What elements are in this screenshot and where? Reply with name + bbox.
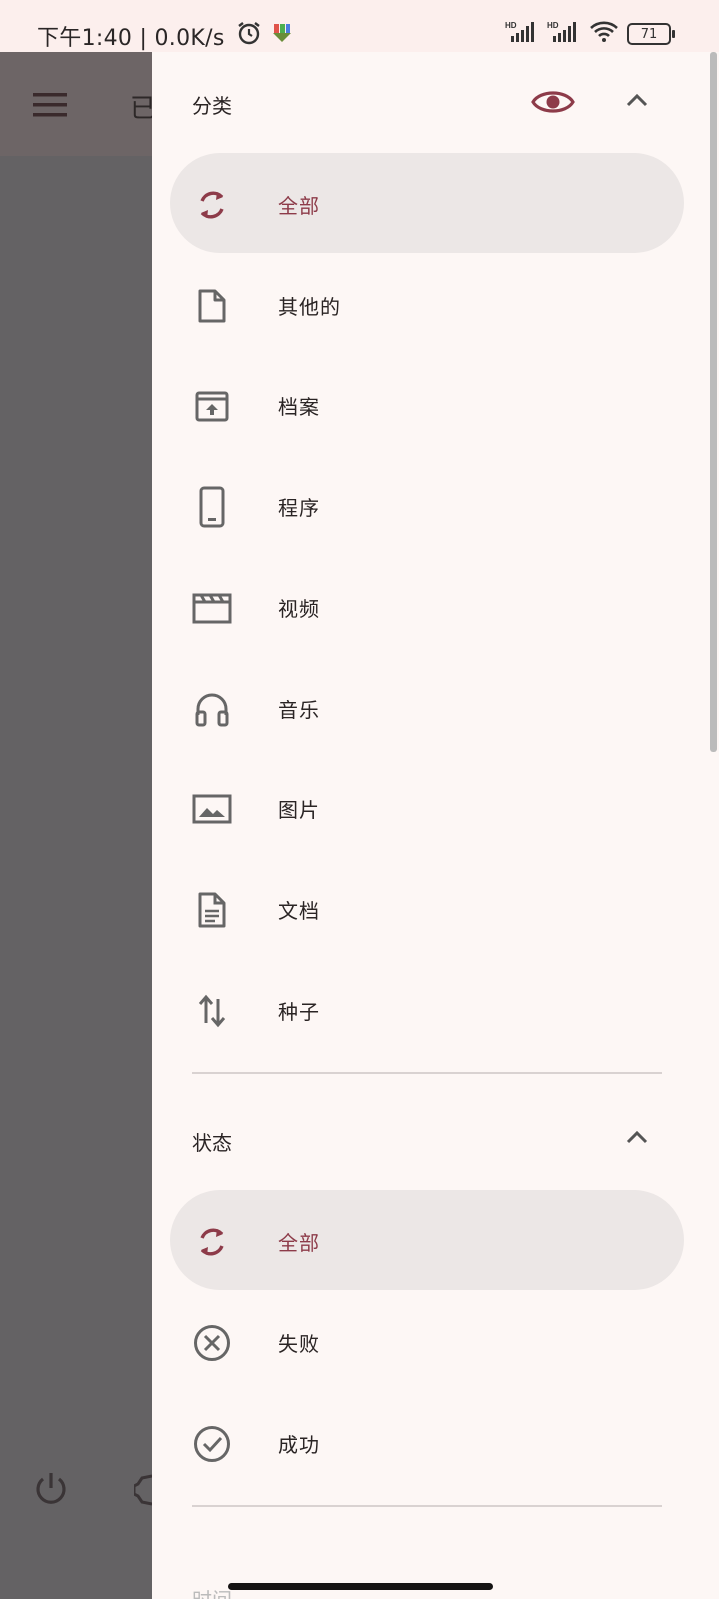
status-label: 成功	[278, 1433, 320, 1457]
category-label: 图片	[278, 798, 320, 822]
categories-title: 分类	[192, 94, 232, 118]
image-icon	[192, 789, 232, 829]
category-item-archive[interactable]: 档案	[170, 354, 684, 454]
background-app-toolbar: 已	[0, 52, 156, 156]
category-label: 视频	[278, 597, 320, 621]
status-bar: 下午1:40 | 0.0K/s HD HD 71	[0, 0, 719, 52]
chevron-up-icon[interactable]	[622, 86, 652, 120]
status-item-failed[interactable]: 失败	[170, 1291, 684, 1391]
scrollbar-thumb[interactable]	[710, 52, 717, 752]
alarm-icon	[236, 20, 262, 50]
movie-icon	[192, 588, 232, 628]
status-item-success[interactable]: 成功	[170, 1392, 684, 1492]
category-label: 程序	[278, 496, 320, 520]
eye-icon[interactable]	[530, 84, 576, 124]
check-circle-icon	[192, 1424, 232, 1464]
category-item-music[interactable]: 音乐	[170, 657, 684, 757]
file-icon	[192, 286, 232, 326]
category-item-program[interactable]: 程序	[170, 455, 684, 555]
status-title: 状态	[192, 1131, 232, 1155]
download-app-icon	[272, 24, 292, 48]
status-item-all[interactable]: 全部	[170, 1190, 684, 1290]
status-label: 全部	[278, 1231, 320, 1255]
next-section-title: 时间	[192, 1584, 232, 1599]
svg-text:HD: HD	[547, 21, 559, 30]
status-header: 状态	[152, 1109, 698, 1169]
category-label: 全部	[278, 194, 320, 218]
signal-icon: HD	[547, 20, 581, 48]
category-label: 种子	[278, 1000, 320, 1024]
phone-icon	[192, 486, 232, 528]
category-item-torrent[interactable]: 种子	[170, 959, 684, 1059]
category-item-image[interactable]: 图片	[170, 757, 684, 857]
navigation-drawer: 分类 全部 其他的 档案 程序 视频 音乐 图片 文档 种子 状态 全部 失败 …	[152, 52, 698, 1599]
swap-vertical-icon	[192, 991, 232, 1031]
category-item-other[interactable]: 其他的	[170, 254, 684, 354]
menu-icon	[33, 91, 69, 123]
home-indicator[interactable]	[228, 1583, 493, 1590]
category-label: 文档	[278, 899, 320, 923]
wifi-icon	[589, 20, 619, 48]
drawer-scrollbar[interactable]	[698, 52, 719, 1599]
category-item-video[interactable]: 视频	[170, 556, 684, 656]
background-app-scrim[interactable]: 已	[0, 52, 156, 1599]
headphones-icon	[192, 689, 232, 729]
category-label: 其他的	[278, 295, 341, 319]
cancel-circle-icon	[192, 1323, 232, 1363]
refresh-icon	[192, 185, 232, 225]
svg-text:HD: HD	[505, 21, 517, 30]
status-label: 失败	[278, 1332, 320, 1356]
archive-icon	[192, 386, 232, 426]
battery-indicator: 71	[627, 23, 675, 45]
section-divider	[192, 1505, 662, 1507]
document-icon	[192, 890, 232, 930]
status-time: 下午1:40 | 0.0K/s	[37, 26, 225, 51]
chevron-up-icon[interactable]	[622, 1123, 652, 1157]
categories-header: 分类	[152, 72, 698, 132]
section-divider	[192, 1072, 662, 1074]
category-item-document[interactable]: 文档	[170, 858, 684, 958]
category-label: 档案	[278, 395, 320, 419]
signal-icon: HD	[505, 20, 539, 48]
settings-icon	[132, 1472, 153, 1512]
category-label: 音乐	[278, 698, 320, 722]
category-item-all[interactable]: 全部	[170, 153, 684, 253]
power-icon	[32, 1470, 70, 1512]
refresh-icon	[192, 1222, 232, 1262]
